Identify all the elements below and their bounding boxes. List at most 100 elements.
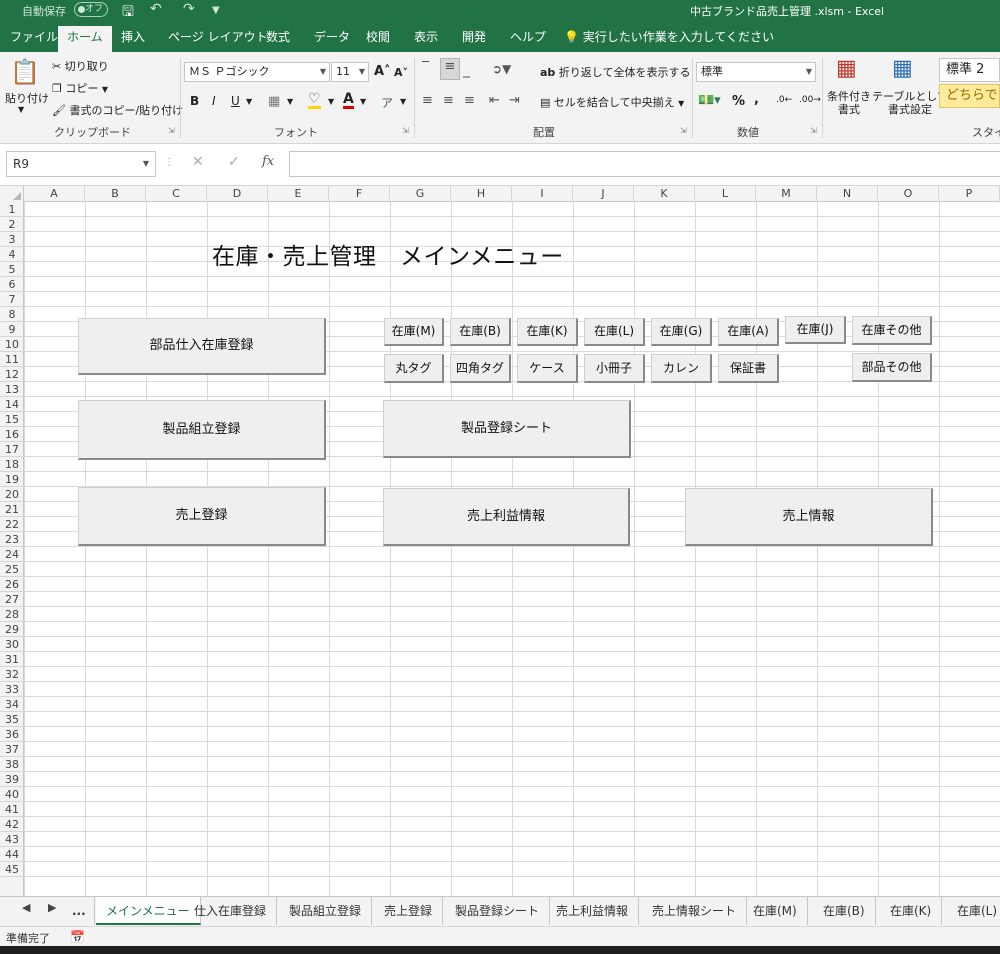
row-header[interactable]: 11 — [0, 352, 24, 367]
parts-purchase-button[interactable]: 部品仕入在庫登録 — [78, 318, 326, 375]
number-format-dropdown[interactable]: 標準 ▼ — [696, 62, 816, 82]
row-header[interactable]: 20 — [0, 487, 24, 502]
row-header[interactable]: 13 — [0, 382, 24, 397]
row-header[interactable]: 27 — [0, 592, 24, 607]
column-header[interactable]: H — [451, 186, 512, 202]
font-name-dropdown[interactable]: ＭＳ Ｐゴシック ▼ — [184, 62, 330, 82]
autosave-toggle[interactable]: オフ — [74, 2, 108, 17]
row-header[interactable]: 28 — [0, 607, 24, 622]
macro-record-icon[interactable]: 📅 — [70, 930, 85, 944]
sheet-tab-purchase-stock[interactable]: 仕入在庫登録 — [184, 897, 278, 925]
sheet-tab-sales-profit[interactable]: 売上利益情報 — [546, 897, 640, 925]
redo-icon[interactable]: ↷ — [183, 1, 195, 17]
row-header[interactable]: 32 — [0, 667, 24, 682]
clipboard-launcher-icon[interactable]: ⇲ — [168, 126, 175, 135]
column-header[interactable]: M — [756, 186, 817, 202]
insert-function-icon[interactable]: fx — [262, 154, 274, 169]
column-header[interactable]: N — [817, 186, 878, 202]
cancel-icon[interactable]: ✕ — [192, 154, 204, 170]
tab-help[interactable]: ヘルプ — [506, 28, 550, 52]
stock-b-button[interactable]: 在庫(B) — [450, 318, 511, 346]
next-sheet-icon[interactable]: ▶ — [48, 901, 56, 914]
enter-icon[interactable]: ✓ — [228, 154, 240, 170]
column-header[interactable]: C — [146, 186, 207, 202]
comma-icon[interactable]: , — [754, 92, 759, 107]
underline-icon[interactable]: U — [231, 94, 240, 108]
number-launcher-icon[interactable]: ⇲ — [810, 126, 817, 135]
increase-indent-icon[interactable]: ⇥ — [509, 93, 520, 108]
round-tag-button[interactable]: 丸タグ — [384, 354, 444, 383]
tab-insert[interactable]: 挿入 — [117, 28, 149, 52]
style-neutral[interactable]: どちらでも — [939, 84, 1000, 108]
row-header[interactable]: 42 — [0, 817, 24, 832]
customize-qat-icon[interactable]: ▼ — [212, 5, 220, 16]
select-all-corner[interactable] — [0, 186, 24, 202]
stock-j-button[interactable]: 在庫(J) — [785, 316, 846, 344]
phonetic-icon[interactable]: ア — [381, 94, 393, 111]
format-painter-button[interactable]: 🖌 書式のコピー/貼り付け — [52, 102, 183, 118]
prev-sheet-icon[interactable]: ◀ — [22, 901, 30, 914]
column-header[interactable]: K — [634, 186, 695, 202]
fill-color-dropdown-icon[interactable]: ▼ — [328, 97, 334, 106]
stock-a-button[interactable]: 在庫(A) — [718, 318, 779, 346]
parts-other-button[interactable]: 部品その他 — [852, 353, 932, 382]
row-header[interactable]: 26 — [0, 577, 24, 592]
row-header[interactable]: 4 — [0, 247, 24, 262]
stock-g-button[interactable]: 在庫(G) — [651, 318, 712, 346]
row-header[interactable]: 9 — [0, 322, 24, 337]
row-header[interactable]: 17 — [0, 442, 24, 457]
sheet-tab-stock-m[interactable]: 在庫(M) — [743, 897, 808, 925]
row-header[interactable]: 31 — [0, 652, 24, 667]
stock-l-button[interactable]: 在庫(L) — [584, 318, 645, 346]
sheet-tab-stock-k[interactable]: 在庫(K) — [880, 897, 943, 925]
sales-profit-button[interactable]: 売上利益情報 — [383, 488, 630, 546]
sheet-tab-assembly[interactable]: 製品組立登録 — [279, 897, 373, 925]
alignment-launcher-icon[interactable]: ⇲ — [680, 126, 687, 135]
tab-data[interactable]: データ — [310, 28, 354, 52]
row-header[interactable]: 3 — [0, 232, 24, 247]
bold-icon[interactable]: B — [190, 94, 199, 108]
phonetic-dropdown-icon[interactable]: ▼ — [400, 97, 406, 106]
row-header[interactable]: 45 — [0, 862, 24, 877]
paste-button[interactable]: 貼り付け — [5, 90, 49, 106]
column-header[interactable]: G — [390, 186, 451, 202]
align-center-icon[interactable]: ≡ — [443, 93, 454, 108]
row-header[interactable]: 19 — [0, 472, 24, 487]
align-middle-icon[interactable]: ≡ — [440, 58, 460, 80]
formula-bar-splitter[interactable]: ⋮ — [164, 157, 174, 168]
percent-icon[interactable]: % — [732, 94, 745, 109]
tab-developer[interactable]: 開発 — [458, 28, 490, 52]
booklet-button[interactable]: 小冊子 — [584, 354, 645, 383]
copy-button[interactable]: ❐ コピー ▼ — [52, 80, 108, 96]
product-assembly-button[interactable]: 製品組立登録 — [78, 400, 326, 460]
conditional-format-button[interactable]: 条件付き 書式 — [827, 90, 871, 116]
row-header[interactable]: 35 — [0, 712, 24, 727]
row-header[interactable]: 6 — [0, 277, 24, 292]
tell-me-search[interactable]: 💡 実行したい作業を入力してください — [560, 28, 778, 52]
font-color-dropdown-icon[interactable]: ▼ — [360, 97, 366, 106]
sheet-tab-sales[interactable]: 売上登録 — [374, 897, 444, 925]
formula-input[interactable] — [289, 151, 1000, 177]
more-sheets-button[interactable]: ... — [64, 897, 95, 925]
fill-color-icon[interactable]: ♡ — [308, 92, 321, 109]
tab-view[interactable]: 表示 — [410, 28, 442, 52]
row-header[interactable]: 22 — [0, 517, 24, 532]
undo-icon[interactable]: ↶ — [150, 1, 162, 17]
row-header[interactable]: 16 — [0, 427, 24, 442]
product-sheet-button[interactable]: 製品登録シート — [383, 400, 631, 458]
borders-icon[interactable]: ▦ — [268, 94, 280, 109]
row-header[interactable]: 39 — [0, 772, 24, 787]
column-header[interactable]: B — [85, 186, 146, 202]
tab-review[interactable]: 校閲 — [362, 28, 394, 52]
align-top-icon[interactable]: ‾ — [422, 60, 429, 76]
row-header[interactable]: 2 — [0, 217, 24, 232]
row-header[interactable]: 29 — [0, 622, 24, 637]
stock-k-button[interactable]: 在庫(K) — [517, 318, 578, 346]
stock-m-button[interactable]: 在庫(M) — [384, 318, 444, 346]
italic-icon[interactable]: I — [212, 94, 216, 108]
cell-grid[interactable] — [24, 202, 1000, 896]
warranty-button[interactable]: 保証書 — [718, 354, 779, 383]
font-color-icon[interactable]: A — [343, 92, 354, 109]
row-header[interactable]: 1 — [0, 202, 24, 217]
row-header[interactable]: 43 — [0, 832, 24, 847]
